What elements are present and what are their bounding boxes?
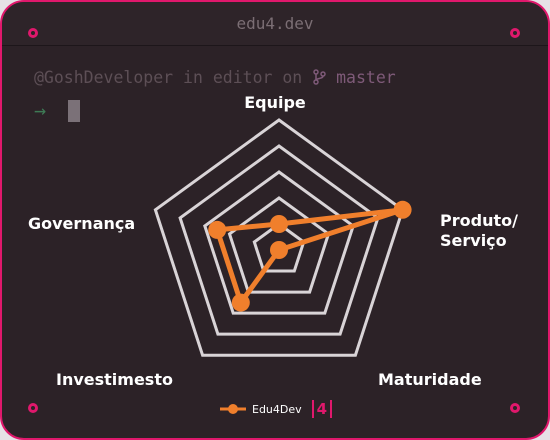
grid-ring-5 bbox=[153, 118, 405, 357]
radar-chart: Equipe Produto/ Serviço Maturidade Inves… bbox=[28, 93, 524, 389]
axis-label-equipe: Equipe bbox=[244, 93, 306, 112]
legend-marker bbox=[220, 404, 246, 414]
legend-label: Edu4Dev bbox=[252, 402, 302, 416]
radar-axis-labels: Equipe Produto/ Serviço Maturidade Inves… bbox=[28, 93, 524, 389]
axis-label-governanca: Governança bbox=[28, 214, 135, 233]
edu4dev-logo: 4 bbox=[311, 400, 333, 418]
radar-series bbox=[208, 200, 412, 312]
axis-label-maturidade: Maturidade bbox=[378, 370, 482, 389]
data-point-0 bbox=[270, 215, 288, 233]
axis-label-investimesto: Investimesto bbox=[56, 370, 173, 389]
axis-label-produto-servico: Produto/ Serviço bbox=[440, 211, 524, 250]
data-point-3 bbox=[231, 293, 250, 312]
data-point-2 bbox=[270, 241, 288, 259]
chart-legend: Edu4Dev 4 bbox=[220, 398, 333, 420]
radar-grid bbox=[153, 118, 405, 357]
data-point-1 bbox=[393, 200, 412, 219]
data-point-4 bbox=[208, 220, 227, 239]
